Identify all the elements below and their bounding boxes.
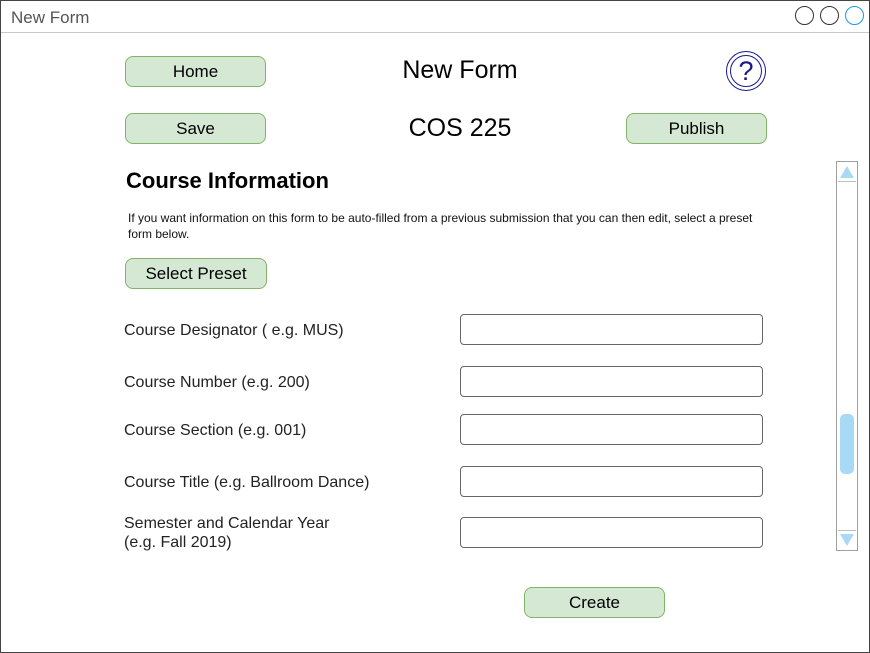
minimize-button[interactable] [795, 6, 814, 25]
triangle-up-icon [840, 166, 854, 178]
triangle-down-icon [840, 534, 854, 546]
course-section-input[interactable] [460, 414, 763, 445]
section-description: If you want information on this form to … [128, 211, 753, 241]
course-title-input[interactable] [460, 466, 763, 497]
window-title: New Form [11, 8, 90, 27]
select-preset-button[interactable]: Select Preset [125, 258, 267, 289]
create-button[interactable]: Create [524, 587, 665, 618]
semester-year-label: Semester and Calendar Year (e.g. Fall 20… [124, 514, 329, 552]
page-title: New Form [402, 56, 518, 84]
section-title: Course Information [126, 168, 329, 193]
home-button[interactable]: Home [125, 56, 266, 87]
scroll-down-button[interactable] [838, 530, 856, 549]
help-button[interactable]: ? [726, 51, 766, 91]
app-window: New Form Home New Form ? Save COS 225 Pu… [0, 0, 870, 653]
course-designator-input[interactable] [460, 314, 763, 345]
save-button[interactable]: Save [125, 113, 266, 144]
semester-year-label-line1: Semester and Calendar Year [124, 515, 330, 532]
course-number-label: Course Number (e.g. 200) [124, 374, 310, 391]
title-bar: New Form [1, 1, 869, 33]
close-button[interactable] [845, 6, 864, 25]
course-designator-label: Course Designator ( e.g. MUS) [124, 322, 344, 339]
help-icon: ? [730, 55, 762, 87]
vertical-scrollbar[interactable] [836, 161, 858, 551]
course-section-label: Course Section (e.g. 001) [124, 422, 307, 439]
publish-button[interactable]: Publish [626, 113, 767, 144]
semester-year-input[interactable] [460, 517, 763, 548]
course-title-label: Course Title (e.g. Ballroom Dance) [124, 474, 370, 491]
course-number-input[interactable] [460, 366, 763, 397]
course-title: COS 225 [408, 114, 512, 142]
scroll-up-button[interactable] [838, 163, 856, 182]
scroll-thumb[interactable] [840, 414, 854, 474]
semester-year-label-line2: (e.g. Fall 2019) [124, 534, 232, 551]
maximize-button[interactable] [820, 6, 839, 25]
